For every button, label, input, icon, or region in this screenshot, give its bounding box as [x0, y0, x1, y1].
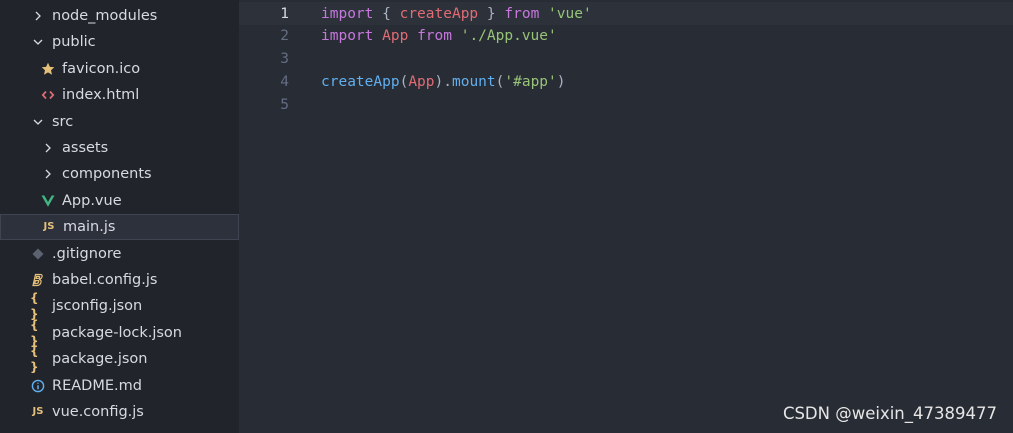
code-line[interactable]: 1 import { createApp } from 'vue': [239, 2, 1013, 25]
tree-item-label: public: [52, 34, 96, 51]
chevron-down-icon[interactable]: [30, 114, 46, 130]
code-text: import App from './App.vue': [321, 28, 557, 44]
json-icon: { }: [30, 344, 39, 375]
code-token: from: [504, 5, 540, 22]
code-token: App: [408, 73, 435, 90]
html-icon: [40, 87, 56, 103]
code-token: createApp: [399, 5, 479, 22]
app-window: node_modulespublic favicon.ico index.html s…: [0, 0, 1013, 433]
vue-icon: [40, 193, 56, 209]
tree-item-package-lock-json[interactable]: { } package-lock.json: [0, 317, 239, 348]
js-icon: JS: [43, 221, 55, 233]
json-icon: { }: [30, 291, 39, 322]
tree-item-app-vue[interactable]: App.vue: [0, 188, 239, 214]
tree-item-package-json[interactable]: { } package.json: [0, 344, 239, 375]
babel-icon: [30, 272, 46, 288]
tree-item-jsconfig-json[interactable]: { } jsconfig.json: [0, 291, 239, 322]
code-token: App: [382, 28, 409, 45]
line-number: 5: [280, 96, 289, 113]
tree-item-vue-config-js[interactable]: JS vue.config.js: [0, 399, 239, 425]
code-line[interactable]: 2 import App from './App.vue': [239, 25, 1013, 48]
code-token: createApp: [321, 73, 400, 90]
js-icon: JS: [32, 406, 44, 417]
tree-item-dot-gitignore[interactable]: .gitignore: [0, 241, 239, 267]
code-token: (: [399, 73, 409, 90]
code-text: createApp(App).mount('#app'): [321, 74, 566, 90]
tree-item-assets[interactable]: assets: [0, 135, 239, 161]
code-token: './App.vue': [460, 28, 557, 45]
tree-item-index-html[interactable]: index.html: [0, 82, 239, 108]
code-token: {: [373, 5, 400, 22]
info-icon: [30, 378, 46, 394]
tree-item-label: App.vue: [62, 192, 122, 209]
file-explorer-sidebar: node_modulespublic favicon.ico index.html s…: [0, 0, 239, 433]
tree-item-readme-md[interactable]: README.md: [0, 373, 239, 399]
git-icon: [30, 246, 46, 262]
chevron-right-icon[interactable]: [40, 166, 56, 182]
chevron-down-icon[interactable]: [30, 34, 46, 50]
line-number: 4: [280, 73, 289, 90]
tree-item-src[interactable]: src: [0, 109, 239, 135]
watermark: CSDN @weixin_47389477: [782, 404, 997, 423]
tree-item-public[interactable]: public: [0, 29, 239, 55]
tree-item-label: package.json: [52, 351, 148, 368]
code-token: from: [417, 28, 452, 45]
code-token: }: [478, 5, 505, 22]
code-token: '#app': [504, 73, 557, 90]
tree-item-label: vue.config.js: [52, 404, 144, 420]
tree-item-label: package-lock.json: [52, 324, 182, 341]
code-line[interactable]: 4 createApp(App).mount('#app'): [239, 70, 1013, 93]
code-token: import: [321, 5, 374, 22]
line-number: 1: [280, 5, 289, 22]
star-icon: [40, 61, 56, 77]
tree-item-label: assets: [62, 140, 109, 156]
tree-item-label: .gitignore: [52, 245, 122, 262]
tree-item-label: components: [62, 166, 152, 183]
tree-item-label: main.js: [63, 219, 116, 236]
code-token: 'vue': [548, 5, 592, 22]
code-token: ): [556, 73, 566, 90]
code-text: import { createApp } from 'vue': [321, 6, 592, 22]
tree-item-label: node_modules: [52, 8, 158, 24]
tree-item-label: index.html: [62, 87, 140, 104]
tree-item-label: README.md: [52, 377, 142, 394]
chevron-right-icon[interactable]: [40, 140, 56, 156]
tree-item-components[interactable]: components: [0, 161, 239, 187]
code-token: mount: [451, 73, 496, 90]
code-token: ).: [434, 73, 452, 90]
tree-item-label: favicon.ico: [62, 60, 141, 77]
code-line[interactable]: 5: [239, 93, 1013, 116]
tree-item-favicon-ico[interactable]: favicon.ico: [0, 56, 239, 82]
tree-item-label: jsconfig.json: [52, 298, 143, 315]
code-line[interactable]: 3: [239, 48, 1013, 71]
code-editor[interactable]: 1 import { createApp } from 'vue' 2 import …: [239, 0, 1013, 433]
code-token: import: [321, 28, 374, 45]
tree-item-label: src: [52, 113, 74, 130]
chevron-right-icon[interactable]: [30, 8, 46, 24]
tree-item-main-js[interactable]: JS main.js: [0, 214, 239, 241]
tree-item-node-modules[interactable]: node_modules: [0, 3, 239, 29]
tree-item-babel-config-js[interactable]: babel.config.js: [0, 267, 239, 293]
json-icon: { }: [30, 317, 39, 348]
line-number: 2: [280, 28, 289, 45]
tree-item-label: babel.config.js: [52, 272, 158, 288]
line-number: 3: [280, 51, 289, 68]
